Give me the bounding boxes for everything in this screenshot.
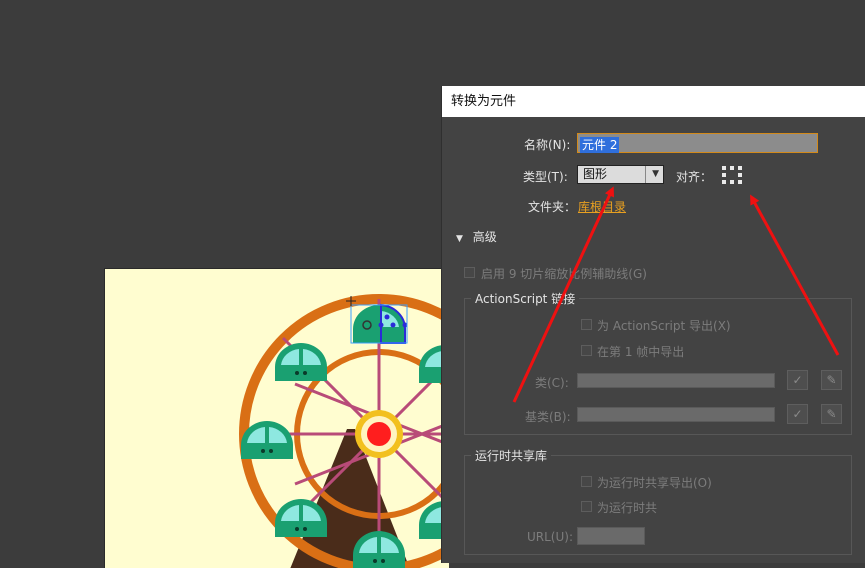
dialog-title: 转换为元件 — [442, 86, 865, 117]
runtime-shared-library-group: 运行时共享库 为运行时共享导出(O) 为运行时共 URL(U): — [464, 447, 852, 555]
symbol-name-value: 元件 2 — [580, 137, 620, 153]
runtime-group-title: 运行时共享库 — [471, 447, 552, 464]
advanced-label: 高级 — [472, 230, 497, 244]
folder-label: 文件夹： — [528, 200, 577, 214]
class-label: 类(C): — [535, 376, 569, 390]
type-dropdown[interactable]: 图形 ▼ — [577, 165, 664, 184]
name-label: 名称(N): — [524, 138, 571, 152]
enable-9slice-checkbox[interactable] — [464, 267, 475, 278]
align-label: 对齐： — [676, 170, 713, 184]
check-icon[interactable]: ✓ — [787, 370, 808, 390]
pencil-icon[interactable]: ✎ — [821, 370, 842, 390]
stage-canvas[interactable] — [104, 268, 449, 568]
type-dropdown-value: 图形 — [583, 167, 608, 181]
registration-grid-icon[interactable] — [722, 166, 742, 184]
folder-link[interactable]: 库根目录 — [578, 198, 626, 215]
export-in-frame-checkbox[interactable] — [581, 345, 592, 356]
symbol-name-input[interactable]: 元件 2 — [577, 133, 818, 153]
export-in-frame-label: 在第 1 帧中导出 — [597, 345, 685, 359]
type-label: 类型(T): — [523, 170, 568, 184]
export-for-as-checkbox[interactable] — [581, 319, 592, 330]
export-for-runtime-checkbox[interactable] — [581, 476, 592, 487]
selected-cabin — [350, 303, 408, 344]
base-class-label: 基类(B): — [525, 410, 571, 424]
chevron-down-icon: ▼ — [652, 169, 659, 179]
export-for-as-label: 为 ActionScript 导出(X) — [597, 319, 731, 333]
ferris-wheel-artwork — [239, 294, 449, 568]
import-for-runtime-label: 为运行时共 — [597, 501, 658, 515]
advanced-toggle[interactable]: ▼ 高级 — [456, 228, 497, 245]
actionscript-group-title: ActionScript 链接 — [471, 290, 580, 307]
check-icon[interactable]: ✓ — [787, 404, 808, 424]
convert-to-symbol-dialog: 转换为元件 名称(N): 元件 2 类型(T): 图形 ▼ 对齐： 文件夹： 库… — [441, 86, 865, 563]
base-class-input[interactable] — [577, 407, 775, 422]
triangle-down-icon: ▼ — [456, 234, 463, 244]
import-for-runtime-checkbox[interactable] — [581, 501, 592, 512]
url-input[interactable] — [577, 527, 645, 545]
wheel-hub — [367, 422, 391, 446]
url-label: URL(U): — [527, 530, 573, 544]
cabin — [275, 343, 327, 381]
export-for-runtime-label: 为运行时共享导出(O) — [597, 476, 712, 490]
enable-9slice-label: 启用 9 切片缩放比例辅助线(G) — [481, 267, 647, 281]
pencil-icon[interactable]: ✎ — [821, 404, 842, 424]
class-input[interactable] — [577, 373, 775, 388]
actionscript-linkage-group: ActionScript 链接 为 ActionScript 导出(X) 在第 … — [464, 290, 852, 435]
